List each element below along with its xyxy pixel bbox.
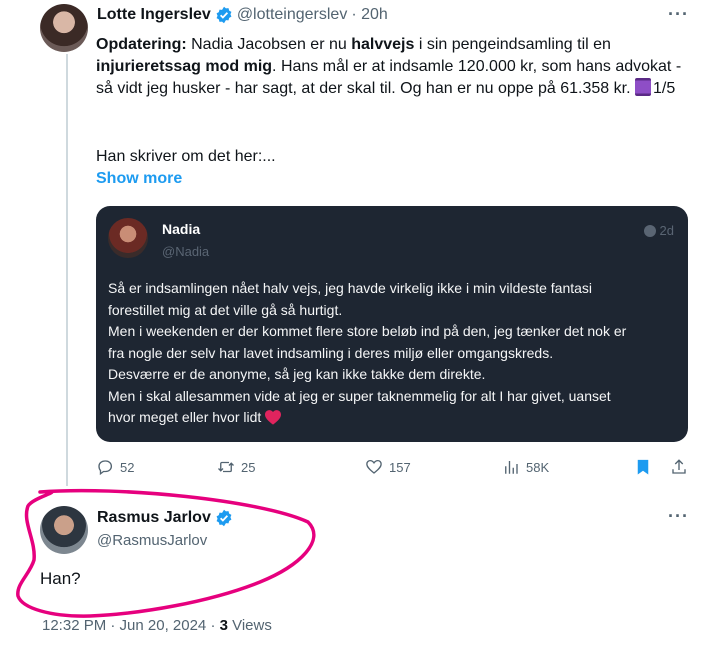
quoted-time: 2d — [643, 223, 674, 238]
tweet-text-bold-2: halvvejs — [351, 36, 415, 53]
thread-counter: 1/5 — [652, 80, 676, 97]
tweet-text-part: i sin pengeindsamling til en — [414, 36, 611, 53]
reply-text: Han? — [40, 569, 81, 588]
avatar-lotte[interactable] — [40, 4, 88, 52]
reply-views-label: Views — [227, 617, 272, 634]
reply-count: 52 — [120, 459, 135, 475]
author-handle[interactable]: @lotteingerslev — [237, 6, 348, 24]
tweet-header: Lotte Ingerslev @lotteingerslev · 20h — [97, 6, 388, 24]
quoted-body: Så er indsamlingen nået halv vejs, jeg h… — [108, 278, 680, 429]
author-name[interactable]: Lotte Ingerslev — [97, 6, 211, 24]
red-heart-icon — [265, 410, 282, 425]
views-count: 58K — [526, 459, 550, 475]
reply-icon — [98, 460, 113, 476]
quoted-image-card[interactable]: Nadia @Nadia 2d Så er indsamlingen nået … — [96, 206, 688, 442]
verified-badge-icon — [216, 6, 232, 24]
share-button[interactable] — [670, 458, 688, 476]
reply-author-handle[interactable]: @RasmusJarlov — [97, 532, 207, 549]
reply-timestamp[interactable]: 12:32 PM · Jun 20, 2024 · — [42, 617, 220, 634]
quoted-line: Så er indsamlingen nået halv vejs, jeg h… — [108, 280, 593, 296]
quoted-line: forestillet mig at det ville gå så hurti… — [108, 301, 343, 318]
share-icon — [672, 459, 686, 474]
tweet-text-part: Nadia Jacobsen er nu — [186, 36, 352, 53]
thread-spool-icon — [634, 78, 651, 96]
tweet-text: Opdatering: Nadia Jacobsen er nu halvvej… — [96, 34, 696, 100]
quoted-avatar — [108, 218, 148, 258]
retweet-icon — [218, 461, 234, 473]
quoted-time-label: 2d — [659, 223, 674, 238]
quoted-line: hvor meget eller hvor lidt — [108, 409, 262, 425]
tweet-text-bold-1: Opdatering: — [96, 36, 187, 53]
like-count: 157 — [389, 459, 411, 475]
retweet-button[interactable]: 25 — [217, 458, 255, 476]
quoted-line: Men i skal allesammen vide at jeg er sup… — [108, 387, 611, 404]
quoted-author-name: Nadia — [162, 221, 201, 237]
more-options-icon[interactable]: ··· — [668, 506, 689, 527]
bookmark-button[interactable] — [634, 458, 652, 476]
views-button[interactable]: 58K — [502, 458, 549, 476]
thread-connector-line — [66, 54, 68, 486]
more-options-icon[interactable]: ··· — [668, 4, 689, 25]
reply-views-count: 3 — [219, 617, 228, 634]
analytics-icon — [505, 461, 518, 474]
bookmark-filled-icon — [637, 459, 649, 475]
reply-author-name[interactable]: Rasmus Jarlov — [97, 509, 211, 527]
quoted-line: Men i weekenden er der kommet flere stor… — [108, 323, 627, 339]
heart-outline-icon — [366, 459, 382, 474]
reply-meta: 12:32 PM · Jun 20, 2024 · 3 Views — [42, 617, 272, 634]
quoted-line-last: hvor meget eller hvor lidt — [108, 407, 680, 429]
quoted-line: Desværre er de anonyme, så jeg kan ikke … — [108, 366, 486, 382]
avatar-rasmus[interactable] — [40, 506, 88, 554]
tweet-time[interactable]: · 20h — [351, 6, 387, 24]
reply-header: Rasmus Jarlov — [97, 509, 233, 527]
like-button[interactable]: 157 — [365, 458, 411, 476]
quoted-line: fra nogle der selv har lavet indsamling … — [108, 344, 554, 361]
verified-badge-icon — [216, 509, 232, 527]
tweet-text-bold-3: injurieretssag mod mig — [96, 58, 273, 75]
tweet-action-bar: 52 25 157 58K — [96, 458, 692, 480]
retweet-count: 25 — [241, 459, 256, 475]
show-more-link[interactable]: Show more — [96, 168, 182, 190]
tweet-text-continued: Han skriver om det her:... — [96, 148, 276, 165]
quoted-author-handle: @Nadia — [162, 244, 210, 259]
globe-icon — [643, 224, 656, 237]
reply-button[interactable]: 52 — [96, 458, 134, 476]
